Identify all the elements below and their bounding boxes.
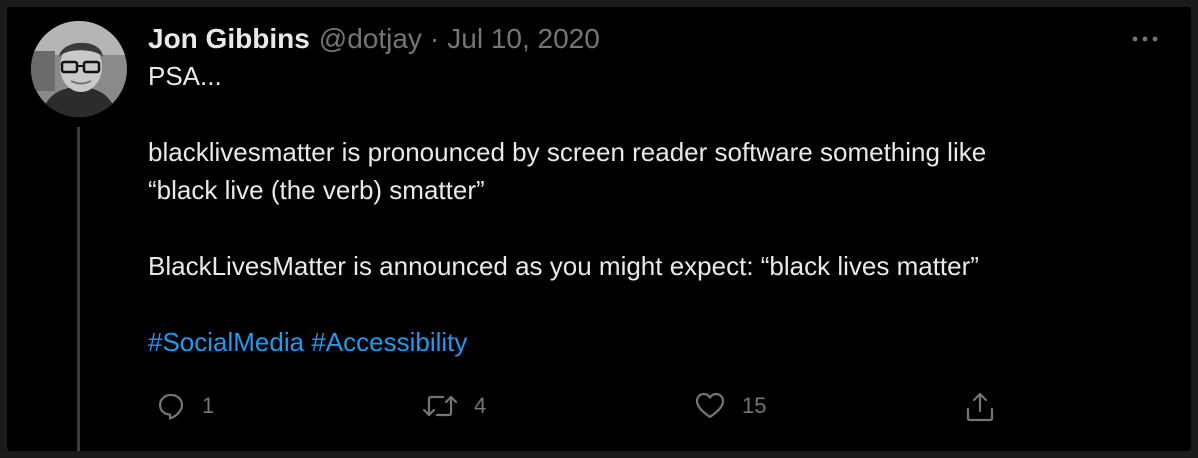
- avatar[interactable]: [31, 21, 127, 117]
- display-name[interactable]: Jon Gibbins: [148, 23, 310, 55]
- tweet-card[interactable]: Jon Gibbins @dotjay · Jul 10, 2020 PSA..…: [7, 7, 1191, 451]
- like-count: 15: [742, 393, 767, 418]
- share-button[interactable]: [964, 391, 996, 423]
- retweet-count: 4: [474, 393, 487, 418]
- tweet-content: Jon Gibbins @dotjay · Jul 10, 2020 PSA..…: [148, 21, 1148, 361]
- tweet-line: “black live (the verb) smatter”: [148, 175, 485, 205]
- avatar-image: [31, 21, 127, 117]
- tweet-date[interactable]: Jul 10, 2020: [447, 23, 600, 55]
- tweet-line: blacklivesmatter is pronounced by screen…: [148, 137, 987, 167]
- user-handle[interactable]: @dotjay: [319, 23, 422, 55]
- tweet-line: [148, 285, 1148, 323]
- hashtag-line: #SocialMedia #Accessibility: [148, 323, 1148, 361]
- action-bar: 1 4 15: [148, 391, 1008, 431]
- hashtag-link[interactable]: #SocialMedia: [148, 327, 304, 357]
- tweet-line: [148, 209, 1148, 247]
- tweet-header: Jon Gibbins @dotjay · Jul 10, 2020: [148, 21, 1148, 57]
- tweet-text: PSA... blacklivesmatter is pronounced by…: [148, 57, 1148, 361]
- reply-count: 1: [202, 393, 215, 418]
- tweet-line: BlackLivesMatter is announced as you mig…: [148, 251, 979, 281]
- reply-icon: [158, 393, 184, 420]
- tweet-line: PSA...: [148, 61, 222, 91]
- hashtag-link[interactable]: #Accessibility: [311, 327, 467, 357]
- reply-button[interactable]: 1: [156, 391, 214, 421]
- retweet-icon: [422, 395, 458, 417]
- share-icon: [966, 392, 994, 422]
- separator: ·: [429, 23, 440, 54]
- retweet-button[interactable]: 4: [422, 391, 486, 421]
- tweet-line: [148, 95, 1148, 133]
- like-button[interactable]: 15: [694, 391, 766, 421]
- thread-line: [77, 127, 80, 451]
- heart-icon: [695, 392, 725, 419]
